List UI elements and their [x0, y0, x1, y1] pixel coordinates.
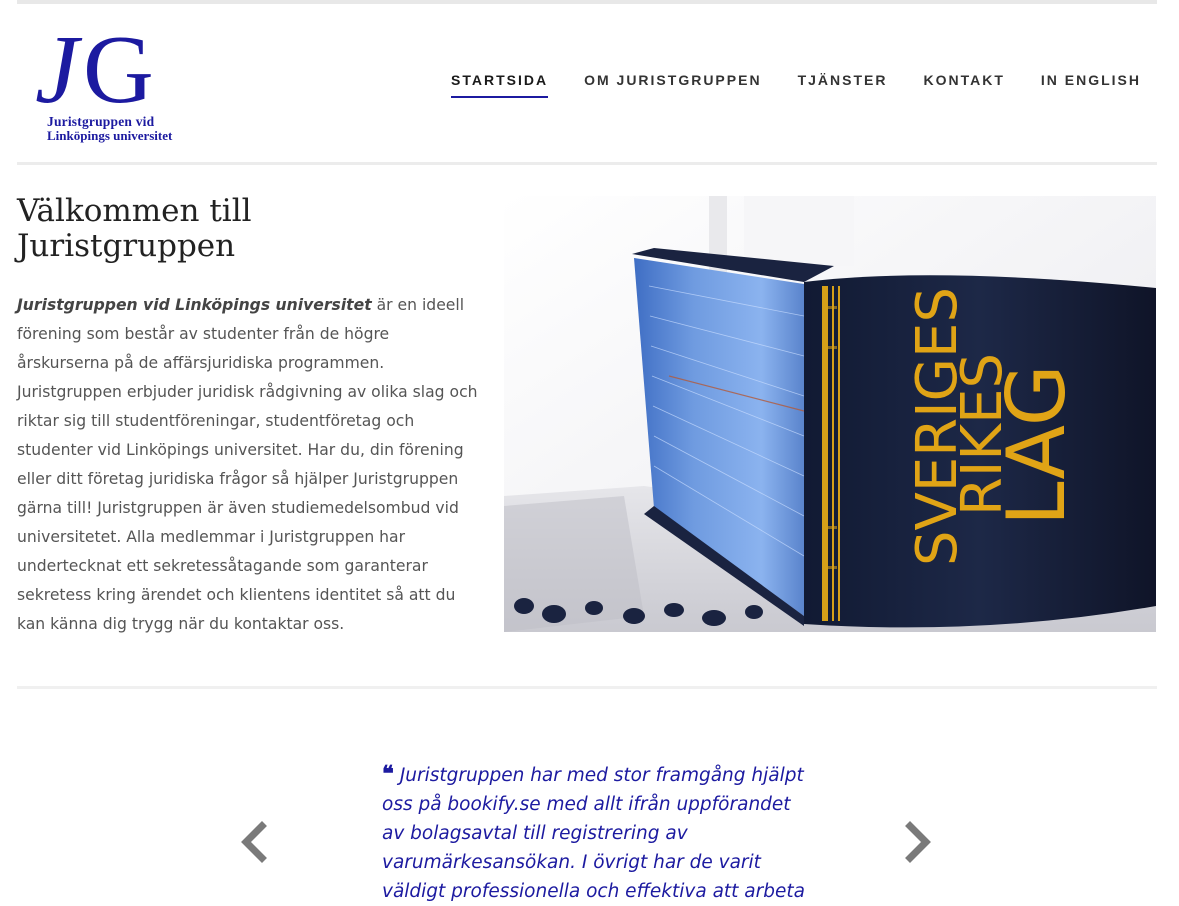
- nav-startsida[interactable]: STARTSIDA: [451, 72, 549, 98]
- main-nav: STARTSIDA OM JURISTGRUPPEN TJÄNSTER KONT…: [451, 72, 1141, 98]
- hero-image: SVERIGES RIKES LAG: [504, 196, 1156, 632]
- logo-initials: J G: [31, 20, 181, 120]
- intro-body-text: är en ideell förening som består av stud…: [17, 296, 478, 633]
- law-book-illustration: SVERIGES RIKES LAG: [504, 196, 1156, 632]
- testimonial-quote: ❝ Juristgruppen har med stor framgång hjä…: [382, 760, 812, 906]
- page-title-line1: Välkommen till: [17, 193, 252, 229]
- nav-kontakt[interactable]: KONTAKT: [923, 72, 1004, 98]
- chevron-right-icon: [905, 821, 931, 863]
- nav-tjanster[interactable]: TJÄNSTER: [798, 72, 888, 98]
- header-divider: [17, 162, 1157, 165]
- testimonial-text: Juristgruppen har med stor framgång hjäl…: [382, 765, 805, 902]
- testimonial-next-button[interactable]: [900, 820, 934, 864]
- chevron-left-icon: [241, 821, 267, 863]
- book-spine-text-lag: LAG: [990, 364, 1083, 526]
- intro-bold-org-name: Juristgruppen vid Linköpings universitet: [17, 296, 372, 314]
- intro-paragraph: Juristgruppen vid Linköpings universitet…: [17, 291, 481, 639]
- section-divider: [17, 686, 1157, 689]
- site-logo[interactable]: J G Juristgruppen vid Linköpings univers…: [31, 20, 181, 146]
- logo-letter-j: J: [35, 16, 79, 124]
- nav-om-juristgruppen[interactable]: OM JURISTGRUPPEN: [584, 72, 761, 98]
- page-title-line2: Juristgruppen: [17, 228, 236, 264]
- nav-in-english[interactable]: IN ENGLISH: [1041, 72, 1141, 98]
- page-title: Välkommen till Juristgruppen: [17, 194, 477, 264]
- logo-text-line2: Linköpings universitet: [47, 128, 173, 143]
- site-header: J G Juristgruppen vid Linköpings univers…: [17, 4, 1157, 162]
- quote-icon: ❝: [382, 761, 394, 787]
- testimonial-prev-button[interactable]: [238, 820, 272, 864]
- logo-letter-g: G: [83, 16, 154, 124]
